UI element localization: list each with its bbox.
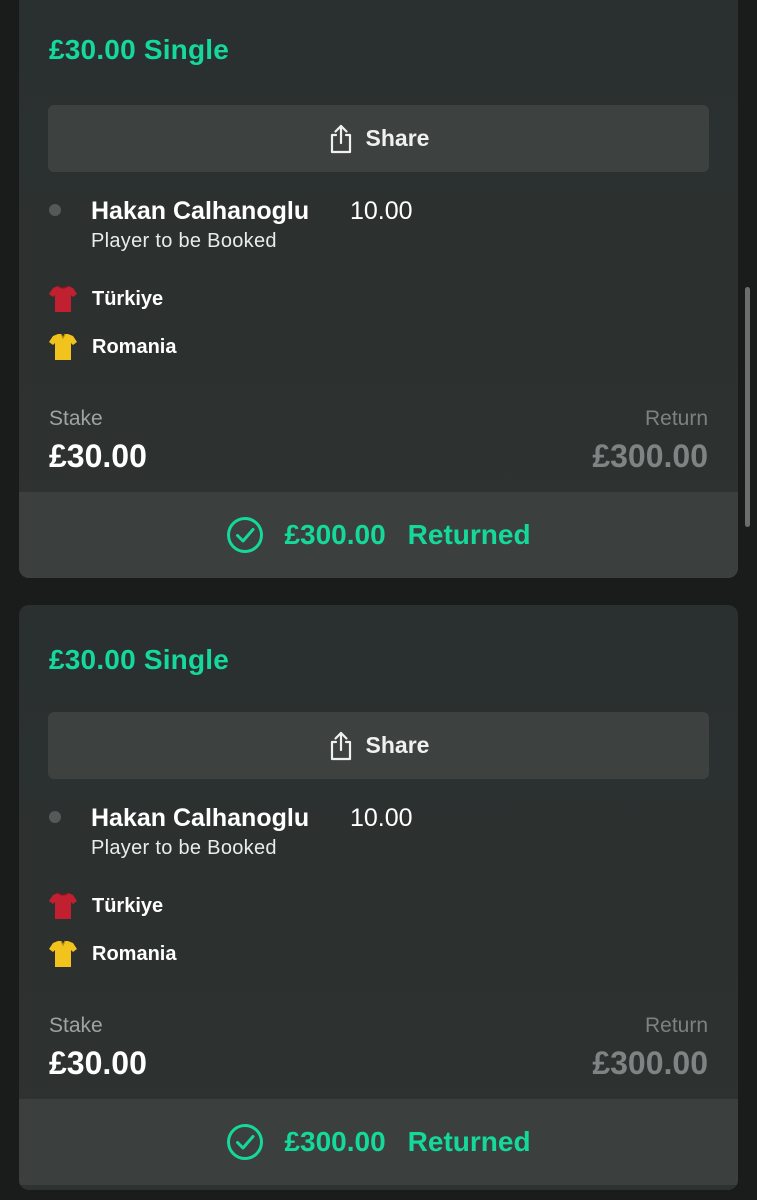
check-circle-icon — [227, 1124, 264, 1160]
return-label: Return — [644, 1014, 708, 1037]
team-row-away: Romania — [48, 939, 176, 969]
bet-history-page: £30.00 Single Share Hakan Calhanoglu 10.… — [0, 0, 757, 1200]
yellow-shirt-icon — [49, 333, 77, 360]
team-name: Türkiye — [92, 287, 164, 310]
team-name: Romania — [92, 942, 177, 965]
market-name: Player to be Booked — [91, 837, 277, 859]
result-amount: £300.00 — [284, 1126, 386, 1157]
stake-value: £30.00 — [49, 438, 147, 474]
return-value: £300.00 — [592, 438, 708, 474]
selection-odds: 10.00 — [350, 197, 413, 225]
share-icon — [330, 124, 351, 153]
return-label: Return — [644, 407, 708, 430]
share-button[interactable]: Share — [48, 105, 709, 172]
share-button[interactable]: Share — [48, 712, 709, 779]
result-status: Returned — [407, 519, 531, 550]
selection-status-dot — [49, 811, 61, 823]
share-label: Share — [365, 732, 430, 758]
selection-odds: 10.00 — [350, 804, 413, 832]
market-name: Player to be Booked — [91, 230, 277, 252]
team-row-home: Türkiye — [48, 284, 163, 314]
red-shirt-icon — [49, 285, 77, 312]
red-shirt-icon — [49, 892, 77, 919]
bet-title: £30.00 Single — [49, 34, 230, 65]
bet-card: £30.00 Single Share Hakan Calhanoglu 10.… — [19, 605, 738, 1190]
yellow-shirt-icon — [49, 940, 77, 967]
team-row-away: Romania — [48, 332, 176, 362]
result-bar: £300.00 Returned — [19, 1099, 738, 1185]
share-label: Share — [365, 125, 430, 151]
selection-name: Hakan Calhanoglu — [91, 804, 310, 832]
return-value: £300.00 — [592, 1045, 708, 1081]
bet-title: £30.00 Single — [49, 644, 230, 675]
result-amount: £300.00 — [284, 519, 386, 550]
team-name: Türkiye — [92, 894, 164, 917]
stake-label: Stake — [49, 1014, 103, 1037]
result-bar: £300.00 Returned — [19, 492, 738, 578]
bet-card: £30.00 Single Share Hakan Calhanoglu 10.… — [19, 0, 738, 578]
scrollbar[interactable] — [745, 287, 750, 527]
stake-label: Stake — [49, 407, 103, 430]
selection-status-dot — [49, 204, 61, 216]
share-icon — [330, 731, 351, 760]
selection-name: Hakan Calhanoglu — [91, 197, 310, 225]
result-status: Returned — [407, 1126, 531, 1157]
stake-value: £30.00 — [49, 1045, 147, 1081]
team-row-home: Türkiye — [48, 891, 163, 921]
check-circle-icon — [227, 517, 264, 553]
team-name: Romania — [92, 335, 177, 358]
